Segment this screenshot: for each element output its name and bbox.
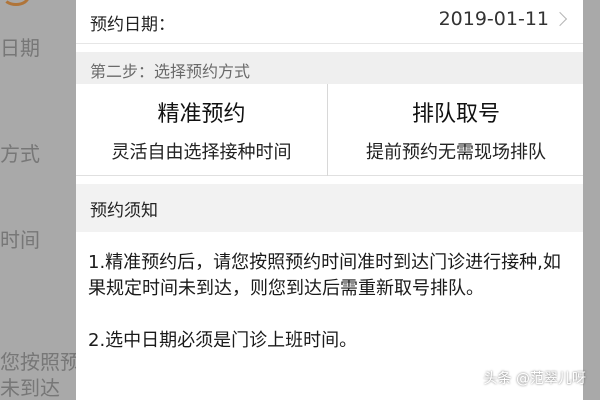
background-text: 方式 [0, 142, 40, 166]
chevron-right-icon[interactable] [552, 11, 568, 27]
notice-item: 2.选中日期必须是门诊上班时间。 [88, 330, 358, 351]
background-text: 时间 [0, 228, 40, 252]
watermark: 头条 @范翠儿呀 [483, 371, 586, 387]
appointment-method-options: 精准预约 灵活自由选择接种时间 排队取号 提前预约无需现场排队 [76, 84, 583, 176]
notice-item: 1.精准预约后，请您按照预约时间准时到达门诊进行接种,如果规定时间未到达，则您到… [88, 252, 561, 299]
option-queue-number[interactable]: 排队取号 提前预约无需现场排队 [329, 84, 583, 176]
step-two-header: 第二步：选择预约方式 [76, 52, 583, 84]
date-value[interactable]: 2019-01-11 [439, 8, 549, 30]
option-title: 排队取号 [411, 102, 500, 127]
date-row[interactable]: 预约日期： 2019-01-11 [76, 0, 583, 44]
notice-header: 预约须知 [76, 184, 583, 232]
date-label: 预约日期： [90, 15, 175, 35]
appointment-sheet: 预约日期： 2019-01-11 第二步：选择预约方式 精准预约 灵活自由选择接… [76, 0, 583, 400]
option-precise-appointment[interactable]: 精准预约 灵活自由选择接种时间 [76, 84, 328, 176]
option-subtitle: 灵活自由选择接种时间 [111, 142, 292, 163]
background-text: 未到达 [0, 376, 60, 400]
background-decoration [0, 0, 60, 8]
option-title: 精准预约 [157, 102, 246, 127]
option-subtitle: 提前预约无需现场排队 [366, 142, 546, 163]
notice-title: 预约须知 [90, 201, 158, 221]
background-text: 日期 [0, 36, 40, 60]
background-text: 您按照预 [0, 350, 80, 374]
step-two-title: 第二步：选择预约方式 [90, 62, 251, 81]
